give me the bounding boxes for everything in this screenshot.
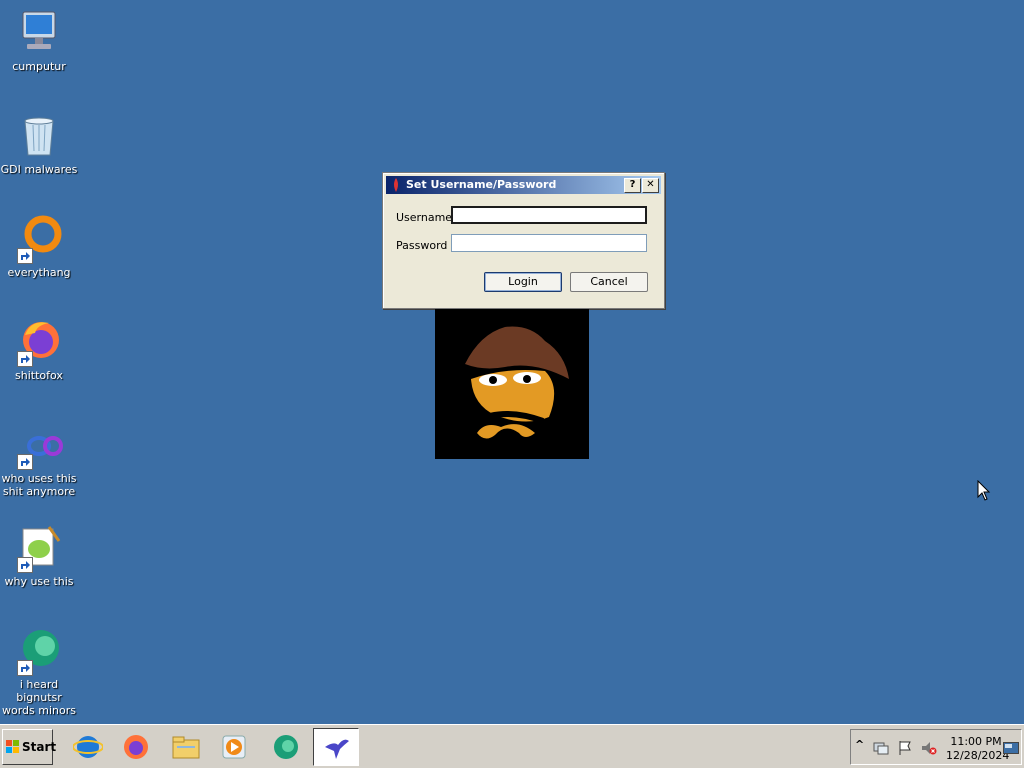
desktop-icon-everythang[interactable]: everythang — [0, 214, 78, 279]
cancel-button[interactable]: Cancel — [570, 272, 648, 292]
show-desktop-icon[interactable] — [1003, 742, 1019, 757]
shortcut-arrow-icon — [17, 557, 33, 573]
set-username-password-dialog: Set Username/Password ? ✕ Username Passw… — [382, 172, 665, 309]
network-icon[interactable] — [873, 740, 889, 759]
internet-explorer-icon — [15, 420, 63, 470]
recycle-bin-icon — [15, 111, 63, 159]
start-button[interactable]: Start — [2, 729, 57, 765]
help-button[interactable]: ? — [624, 178, 641, 193]
desktop-icon-cumputur[interactable]: cumputur — [0, 8, 78, 73]
shortcut-arrow-icon — [17, 660, 33, 676]
taskbar-media-player[interactable] — [211, 728, 257, 766]
firefox-icon — [15, 317, 63, 367]
desktop-icon-gdi-malwares[interactable]: GDI malwares — [0, 111, 78, 176]
taskbar-edge[interactable] — [263, 728, 309, 766]
desktop-icon-who-uses-this[interactable]: who uses this shit anymore — [0, 420, 78, 498]
taskbar-firefox[interactable] — [113, 728, 159, 766]
show-hidden-icons-chevron[interactable]: ^ — [855, 738, 864, 751]
desktop-icon-label: GDI malwares — [0, 163, 78, 176]
password-label: Password — [396, 239, 448, 252]
action-center-flag-icon[interactable] — [897, 740, 913, 759]
shortcut-arrow-icon — [17, 454, 33, 470]
desktop-icon-label: who uses this shit anymore — [1, 472, 77, 498]
desktop-icon-edge[interactable]: i heard bignutsr words minors — [0, 626, 78, 717]
everything-search-icon — [15, 214, 63, 264]
edge-icon — [274, 735, 298, 759]
media-player-icon — [222, 735, 246, 759]
notepad-plus-plus-icon — [15, 523, 63, 573]
desktop-icon-label: i heard bignutsr words minors — [2, 678, 76, 717]
desktop-icon-label: why use this — [4, 575, 74, 588]
desktop-icon-why-use-this[interactable]: why use this — [0, 523, 78, 588]
desktop-icon-label: shittofox — [15, 369, 63, 382]
file-explorer-icon — [172, 736, 200, 759]
mouse-cursor-icon — [977, 479, 991, 505]
dialog-title: Set Username/Password — [406, 178, 557, 191]
taskbar-internet-explorer[interactable] — [65, 728, 111, 766]
username-label: Username — [396, 211, 453, 224]
desktop-icon-label: cumputur — [12, 60, 66, 73]
password-field[interactable] — [451, 234, 647, 252]
start-label: Start — [22, 740, 57, 754]
clock-time[interactable]: 11:00 PM — [946, 735, 1006, 748]
character-image — [435, 309, 589, 459]
system-tray: ^ 11:00 PM 12/28/2024 — [850, 729, 1022, 765]
edge-icon — [15, 626, 63, 676]
desktop-icon-shittofox[interactable]: shittofox — [0, 317, 78, 382]
clock-date[interactable]: 12/28/2024 — [946, 749, 1009, 762]
desktop-icon-label: everythang — [7, 266, 71, 279]
taskbar: Start ^ 11:00 PM 12/28/2024 — [0, 724, 1024, 768]
login-button[interactable]: Login — [484, 272, 562, 292]
app-feather-icon — [390, 178, 402, 198]
taskbar-bird-app[interactable] — [313, 728, 359, 766]
dialog-titlebar[interactable]: Set Username/Password ? ✕ — [386, 176, 661, 194]
firefox-icon — [124, 735, 148, 759]
taskbar-file-explorer[interactable] — [163, 728, 209, 766]
app-bird-icon — [325, 739, 349, 759]
shortcut-arrow-icon — [17, 248, 33, 264]
volume-muted-icon[interactable] — [921, 740, 937, 759]
shortcut-arrow-icon — [17, 351, 33, 367]
computer-icon — [15, 8, 63, 56]
close-button[interactable]: ✕ — [642, 178, 659, 193]
windows-logo-icon — [6, 740, 20, 757]
username-field[interactable] — [451, 206, 647, 224]
internet-explorer-icon — [73, 736, 103, 758]
